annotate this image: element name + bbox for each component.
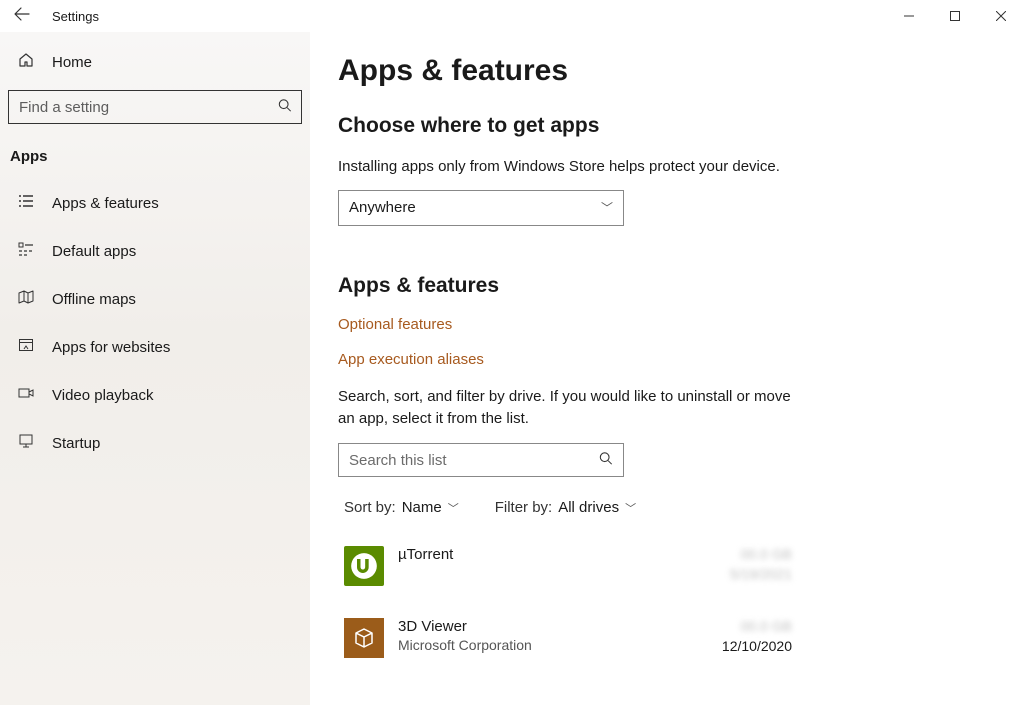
- back-button[interactable]: [8, 6, 36, 27]
- website-icon: [18, 337, 34, 357]
- app-row[interactable]: µTorrent 00.0 GB 5/19/2021: [338, 540, 798, 592]
- nav-startup[interactable]: Startup: [8, 421, 302, 465]
- nav-apps-for-websites[interactable]: Apps for websites: [8, 325, 302, 369]
- app-publisher: Microsoft Corporation: [398, 637, 532, 653]
- sidebar-category: Apps: [8, 142, 302, 177]
- minimize-button[interactable]: [886, 0, 932, 32]
- sort-button[interactable]: Sort by: Name ﹀: [344, 499, 459, 516]
- map-icon: [18, 289, 34, 309]
- video-icon: [18, 385, 34, 405]
- nav-label: Apps for websites: [52, 339, 170, 356]
- search-input[interactable]: [8, 90, 302, 124]
- sidebar: Home Apps Apps & features Default apps: [0, 32, 310, 705]
- nav-offline-maps[interactable]: Offline maps: [8, 277, 302, 321]
- link-app-execution-aliases[interactable]: App execution aliases: [338, 351, 996, 368]
- search-icon: [599, 452, 613, 469]
- app-name: µTorrent: [398, 546, 453, 563]
- nav-video-playback[interactable]: Video playback: [8, 373, 302, 417]
- maximize-button[interactable]: [932, 0, 978, 32]
- filter-button[interactable]: Filter by: All drives ﹀: [495, 499, 636, 516]
- sidebar-search[interactable]: [8, 90, 302, 124]
- page-title: Apps & features: [338, 54, 996, 88]
- nav-label: Video playback: [52, 387, 153, 404]
- app-source-value: Anywhere: [349, 199, 416, 216]
- list-desc: Search, sort, and filter by drive. If yo…: [338, 386, 798, 430]
- sort-value: Name: [402, 499, 442, 516]
- link-optional-features[interactable]: Optional features: [338, 316, 996, 333]
- app-source-select[interactable]: Anywhere ﹀: [338, 190, 624, 226]
- nav-label: Apps & features: [52, 195, 159, 212]
- app-row[interactable]: 3D Viewer Microsoft Corporation 00.0 GB …: [338, 612, 798, 664]
- main-pane: Apps & features Choose where to get apps…: [310, 32, 1024, 705]
- nav-default-apps[interactable]: Default apps: [8, 229, 302, 273]
- nav-home-label: Home: [52, 54, 92, 71]
- nav-label: Default apps: [52, 243, 136, 260]
- app-name: 3D Viewer: [398, 618, 532, 635]
- filter-value: All drives: [558, 499, 619, 516]
- app-icon-3d-viewer: [344, 618, 384, 658]
- arrow-left-icon: [14, 6, 30, 22]
- startup-icon: [18, 433, 34, 453]
- app-icon-utorrent: [344, 546, 384, 586]
- defaults-icon: [18, 241, 34, 261]
- minimize-icon: [904, 11, 914, 21]
- app-list-search[interactable]: [338, 443, 624, 477]
- home-icon: [18, 52, 34, 72]
- chevron-down-icon: ﹀: [625, 500, 636, 516]
- titlebar: Settings: [0, 0, 1024, 32]
- sort-label: Sort by:: [344, 499, 396, 516]
- app-size: 00.0 GB: [722, 618, 792, 634]
- nav-label: Offline maps: [52, 291, 136, 308]
- section-source-heading: Choose where to get apps: [338, 114, 996, 138]
- app-size: 00.0 GB: [730, 546, 792, 562]
- maximize-icon: [950, 11, 960, 21]
- section-source-desc: Installing apps only from Windows Store …: [338, 156, 798, 178]
- chevron-down-icon: ﹀: [601, 199, 613, 216]
- chevron-down-icon: ﹀: [448, 500, 459, 516]
- list-icon: [18, 193, 34, 213]
- app-date: 12/10/2020: [722, 638, 792, 654]
- filter-label: Filter by:: [495, 499, 553, 516]
- nav-apps-features[interactable]: Apps & features: [8, 181, 302, 225]
- close-button[interactable]: [978, 0, 1024, 32]
- nav-label: Startup: [52, 435, 100, 452]
- close-icon: [996, 11, 1006, 21]
- app-list-search-input[interactable]: [339, 444, 623, 476]
- sort-filter-bar: Sort by: Name ﹀ Filter by: All drives ﹀: [338, 499, 996, 516]
- nav-home[interactable]: Home: [8, 32, 302, 90]
- window-title: Settings: [36, 9, 99, 24]
- app-date: 5/19/2021: [730, 566, 792, 582]
- section-list-heading: Apps & features: [338, 274, 996, 298]
